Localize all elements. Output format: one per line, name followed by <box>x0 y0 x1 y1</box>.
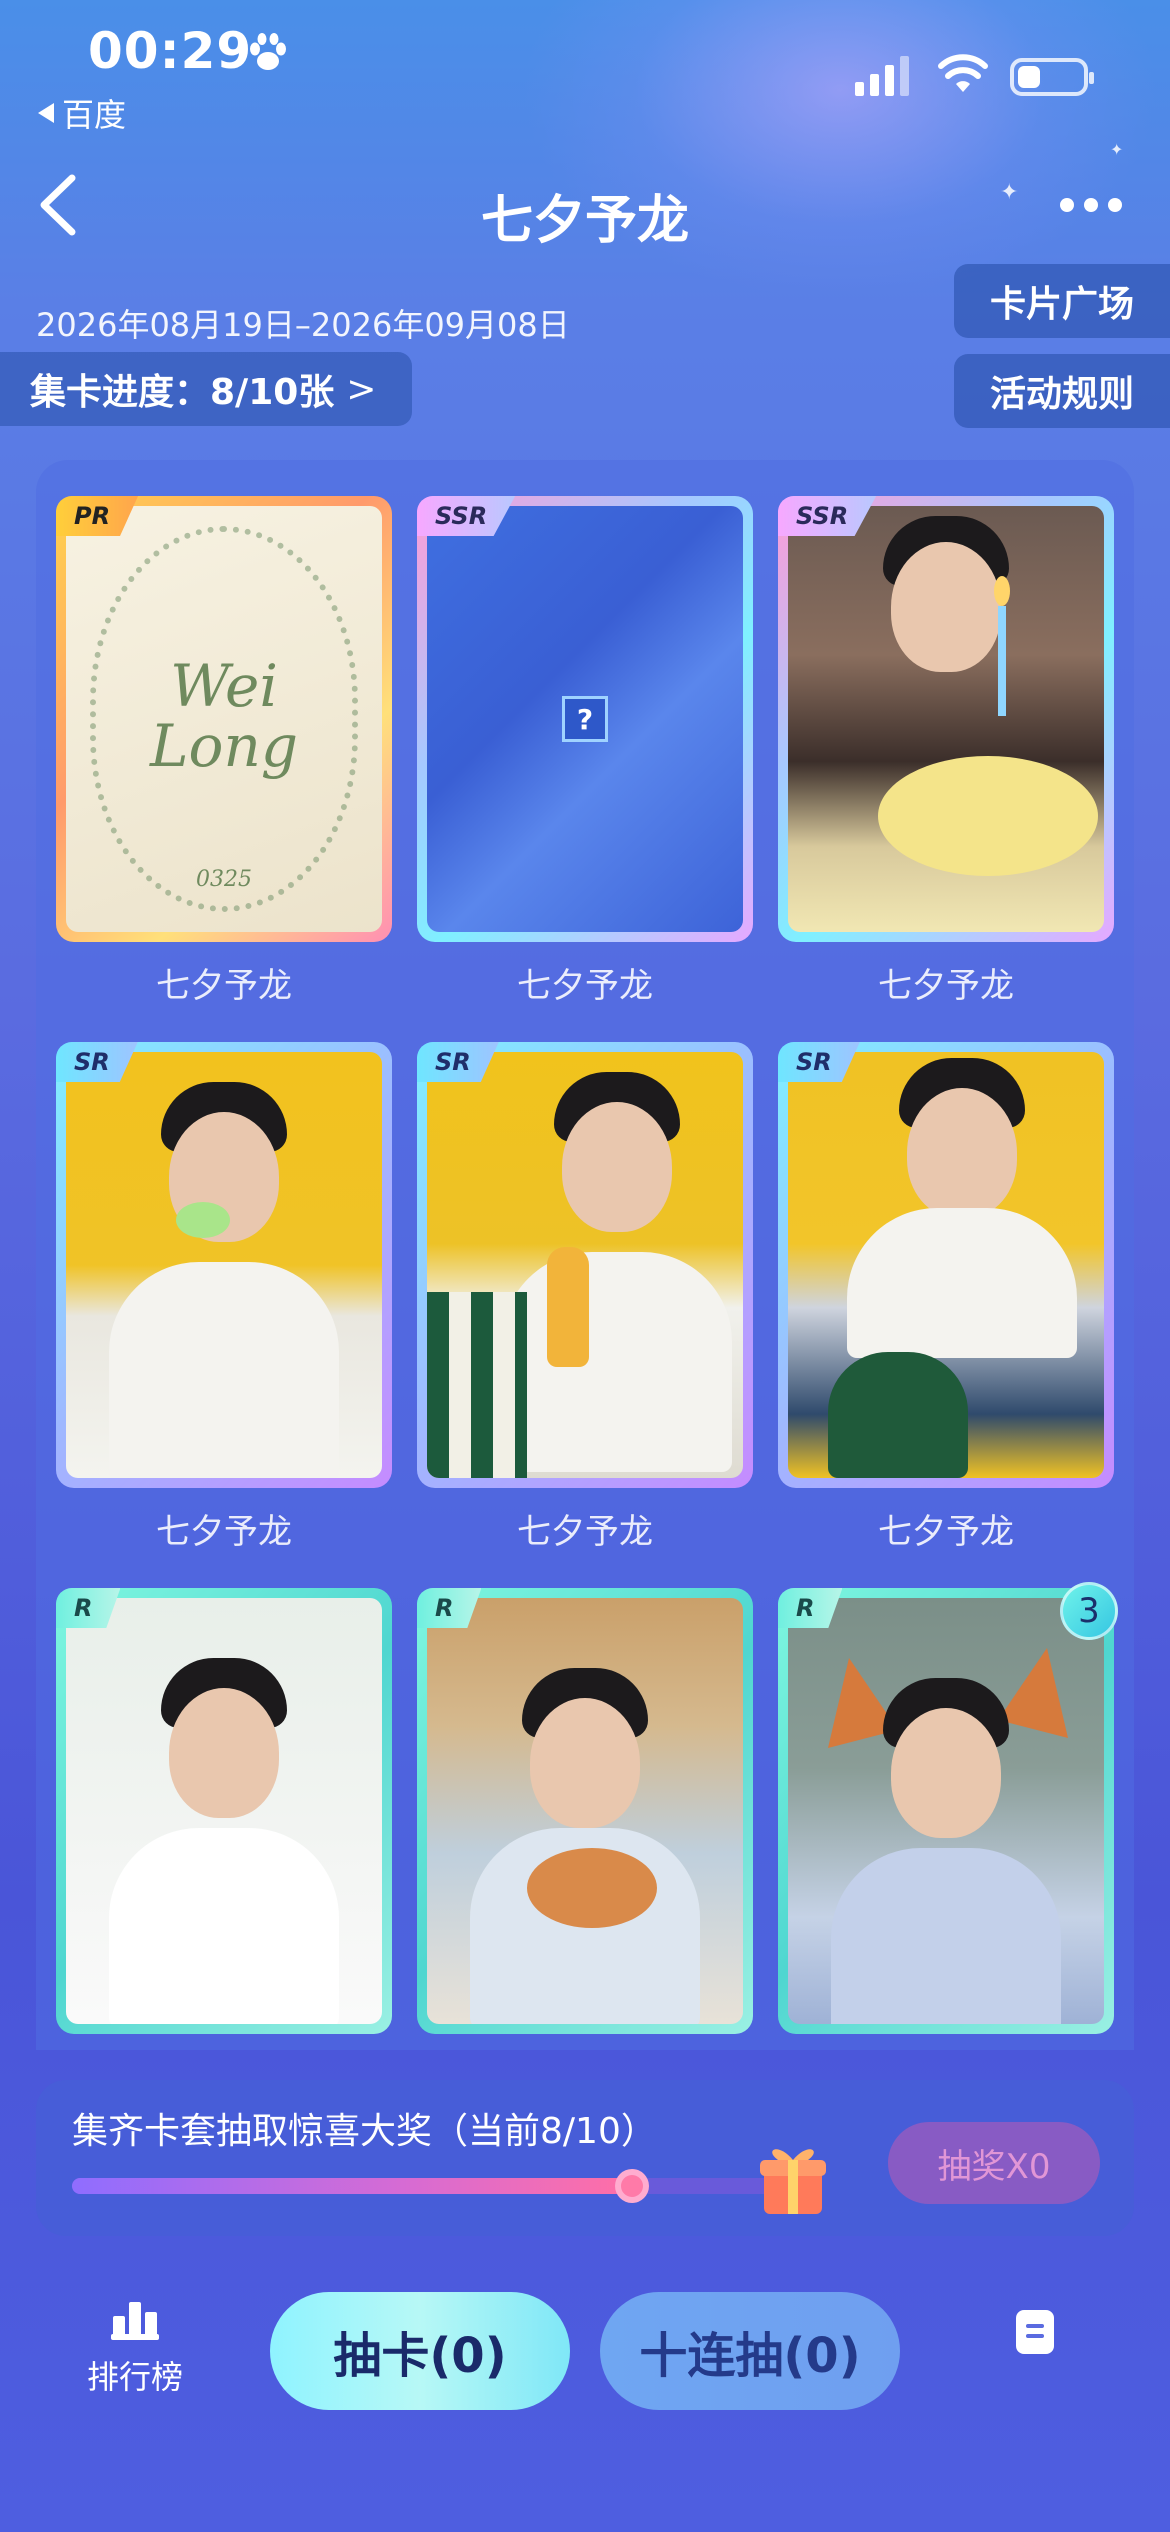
card-art-wreath: Wei Long 0325 <box>66 506 382 932</box>
card-frame: Wei Long 0325 <box>56 496 392 942</box>
more-button[interactable] <box>1060 198 1130 218</box>
prize-progress-bar <box>72 2169 772 2203</box>
paw-icon <box>250 33 286 70</box>
question-mark-icon: ? <box>562 696 608 742</box>
bottle <box>547 1247 589 1367</box>
person-figure <box>822 1058 1102 1358</box>
card-art-fox-ears <box>788 1598 1104 2024</box>
more-dot <box>1060 198 1074 212</box>
card-plaza-button[interactable]: 卡片广场 <box>954 264 1170 338</box>
popsicle <box>176 1202 230 1238</box>
card-frame <box>56 1588 392 2034</box>
card-label: 七夕予龙 <box>517 966 653 1006</box>
draw-prize-button[interactable]: 抽奖X0 <box>888 2122 1100 2204</box>
card-frame <box>778 496 1114 942</box>
activity-date-range: 2026年08月19日–2026年09月08日 <box>36 306 570 344</box>
motorcycle <box>828 1352 968 1478</box>
card-art-bottle <box>427 1052 743 1478</box>
gift-icon <box>760 2149 826 2214</box>
card-label: 七夕予龙 <box>878 1512 1014 1552</box>
person-figure <box>445 1668 725 2024</box>
draw-card-button[interactable]: 抽卡(0) <box>270 2292 570 2410</box>
prize-title: 集齐卡套抽取惊喜大奖（当前8/10） <box>72 2111 657 2152</box>
card-art-birthday-cake <box>788 506 1104 932</box>
rank-label: 排行榜 <box>86 2358 183 2396</box>
card-frame <box>417 1588 753 2034</box>
record-icon[interactable] <box>1016 2310 1054 2354</box>
back-app-label: 百度 <box>62 96 127 134</box>
card-image <box>788 506 1104 932</box>
prize-panel: 集齐卡套抽取惊喜大奖（当前8/10） 抽奖X0 <box>36 2080 1134 2236</box>
card-frame <box>778 1588 1114 2034</box>
status-bar: 00:29 百度 <box>0 0 1170 140</box>
card-frame <box>778 1042 1114 1488</box>
card-grid: Wei Long 0325 PR 七夕予龙 ? SSR 七夕予龙 SSR 七夕予… <box>36 460 1134 2050</box>
person-figure <box>84 1082 364 1478</box>
card-image <box>66 1052 382 1478</box>
card-art-number: 0325 <box>196 867 252 892</box>
more-dot <box>1108 198 1122 212</box>
card-image: ? <box>427 506 743 932</box>
person-figure <box>806 1678 1086 2024</box>
more-dot <box>1084 198 1098 212</box>
card-image <box>788 1598 1104 2024</box>
card-count-badge: 3 <box>1060 1582 1118 1640</box>
person-figure <box>816 516 1076 716</box>
chair <box>427 1292 527 1478</box>
candle <box>998 606 1006 716</box>
status-time: 00:29 <box>88 22 253 80</box>
prize-progress-knob <box>615 2169 649 2203</box>
collect-progress-label: 集卡进度：8/10张 <box>30 372 335 413</box>
card-label: 七夕予龙 <box>517 1512 653 1552</box>
candle-flame <box>994 576 1010 606</box>
card-art-cat <box>427 1598 743 2024</box>
card-image: Wei Long 0325 <box>66 506 382 932</box>
card-image <box>427 1052 743 1478</box>
back-to-app-link[interactable]: 百度 <box>38 90 126 136</box>
card-art-script: Wei Long <box>150 652 298 780</box>
prize-progress-fill <box>72 2178 632 2194</box>
sparkle-decoration: ✦ <box>1110 140 1124 159</box>
card-frame <box>417 1042 753 1488</box>
card-art-locked: ? <box>427 506 743 932</box>
activity-rules-button[interactable]: 活动规则 <box>954 354 1170 428</box>
chevron-right-icon: > <box>346 368 377 410</box>
rank-button[interactable]: 排行榜 <box>70 2300 200 2398</box>
card-label: 七夕予龙 <box>878 966 1014 1006</box>
page-title: 七夕予龙 <box>480 191 689 251</box>
card-frame: ? <box>417 496 753 942</box>
card-label: 七夕予龙 <box>156 966 292 1006</box>
card-image <box>66 1598 382 2024</box>
card-art-popsicle <box>66 1052 382 1478</box>
battery-icon <box>1010 58 1094 96</box>
card-art-white-shirt <box>66 1598 382 2024</box>
signal-icon <box>855 56 909 96</box>
rank-icon <box>111 2302 159 2340</box>
card-art-motorcycle <box>788 1052 1104 1478</box>
collect-progress-button[interactable]: 集卡进度：8/10张 > <box>0 352 412 426</box>
wifi-icon <box>938 54 988 92</box>
cat <box>527 1848 657 1928</box>
cake <box>878 756 1098 876</box>
card-image <box>427 1598 743 2024</box>
back-triangle-icon <box>38 103 54 123</box>
person-figure <box>84 1658 364 2024</box>
card-label: 七夕予龙 <box>156 1512 292 1552</box>
card-image <box>788 1052 1104 1478</box>
ten-draw-button[interactable]: 十连抽(0) <box>600 2292 900 2410</box>
card-frame <box>56 1042 392 1488</box>
